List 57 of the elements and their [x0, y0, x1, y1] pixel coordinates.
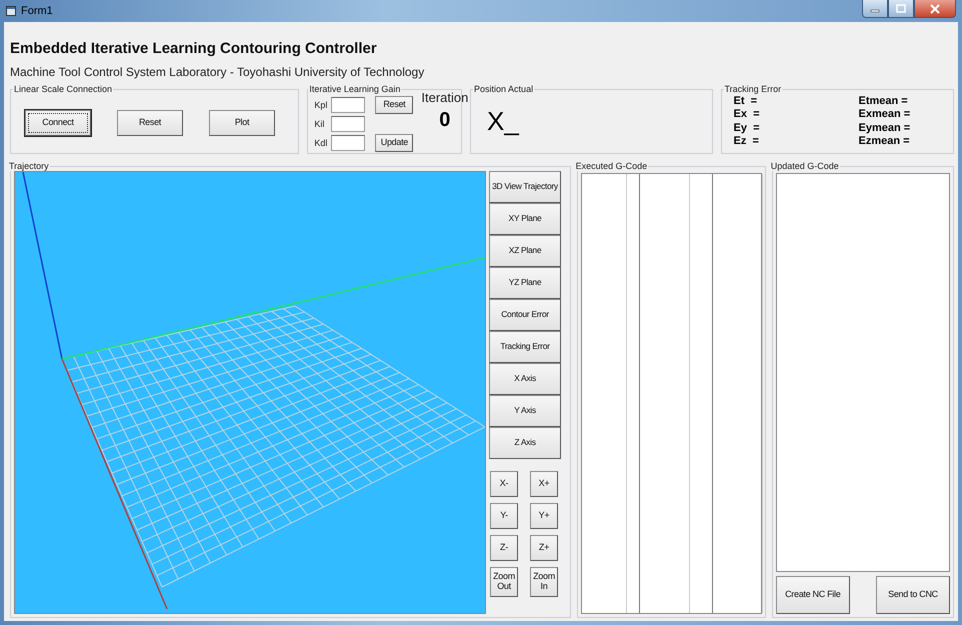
error-label: Ez =	[734, 136, 760, 149]
zoom-button[interactable]: Zoom Out	[490, 567, 518, 597]
maximize-icon	[896, 4, 906, 13]
view-button[interactable]: XZ Plane	[489, 235, 561, 267]
group-label: Linear Scale Connection	[13, 84, 114, 94]
send-button[interactable]: Send to CNC	[876, 576, 950, 614]
view-button[interactable]: XY Plane	[489, 203, 561, 235]
iteration-value: 0	[439, 109, 450, 132]
error-label: Et =	[734, 96, 758, 109]
group-label: Tracking Error	[724, 84, 782, 94]
maximize-button[interactable]	[888, 0, 914, 18]
position-value: X_	[487, 106, 519, 138]
error-mean-label: Ezmean =	[858, 136, 910, 149]
update-button[interactable]: Update	[375, 134, 414, 152]
view-button[interactable]: 3D View Trajectory	[489, 171, 561, 203]
view-button[interactable]: X Axis	[489, 363, 561, 395]
group-label: Trajectory	[8, 161, 50, 171]
view-button[interactable]: Z Axis	[489, 427, 561, 459]
view-button[interactable]: YZ Plane	[489, 267, 561, 299]
reset-button[interactable]: Reset	[117, 110, 183, 136]
jog-button[interactable]: Y+	[530, 503, 558, 529]
gain-field[interactable]	[331, 116, 366, 132]
group-label: Executed G-Code	[574, 161, 648, 171]
jog-button[interactable]: Z-	[490, 535, 518, 561]
view-button[interactable]: Tracking Error	[489, 331, 561, 363]
app-title: Embedded Iterative Learning Contouring Controller	[10, 40, 378, 57]
group-label: Position Actual	[473, 84, 534, 94]
zoom-button[interactable]: Zoom In	[530, 567, 558, 597]
jog-button[interactable]: X+	[530, 471, 558, 497]
gain-label: Kil	[314, 119, 326, 129]
error-mean-label: Etmean =	[858, 96, 909, 109]
jog-button[interactable]: X-	[490, 471, 518, 497]
error-mean-label: Eymean =	[858, 122, 910, 136]
group-label: Updated G-Code	[770, 161, 840, 171]
iteration-label: Iteration	[421, 90, 468, 105]
gain-label: Kpl	[314, 100, 328, 110]
app-icon	[6, 6, 16, 16]
group-label: Iterative Learning Gain	[308, 84, 402, 94]
plot-button[interactable]: Plot	[209, 110, 275, 136]
gain-field[interactable]	[331, 97, 366, 113]
connect-button[interactable]: Connect	[25, 110, 91, 136]
error-label: Ey =	[734, 122, 760, 136]
minimize-button[interactable]	[862, 0, 888, 18]
error-mean-label: Exmean =	[858, 109, 910, 122]
error-label: Ex =	[734, 109, 760, 122]
close-icon	[930, 4, 940, 14]
jog-button[interactable]: Z+	[530, 535, 558, 561]
reset-button[interactable]: Reset	[375, 96, 414, 114]
window-title: Form1	[21, 5, 53, 17]
create-file-button[interactable]: Create NC File	[776, 576, 850, 614]
close-button[interactable]	[914, 0, 956, 18]
app-subtitle: Machine Tool Control System Laboratory - Toyohashi University of Technology	[10, 65, 426, 79]
jog-button[interactable]: Y-	[490, 503, 518, 529]
gain-field[interactable]	[331, 135, 366, 151]
view-button[interactable]: Contour Error	[489, 299, 561, 331]
view-button[interactable]: Y Axis	[489, 395, 561, 427]
gain-label: Kdl	[314, 138, 328, 148]
